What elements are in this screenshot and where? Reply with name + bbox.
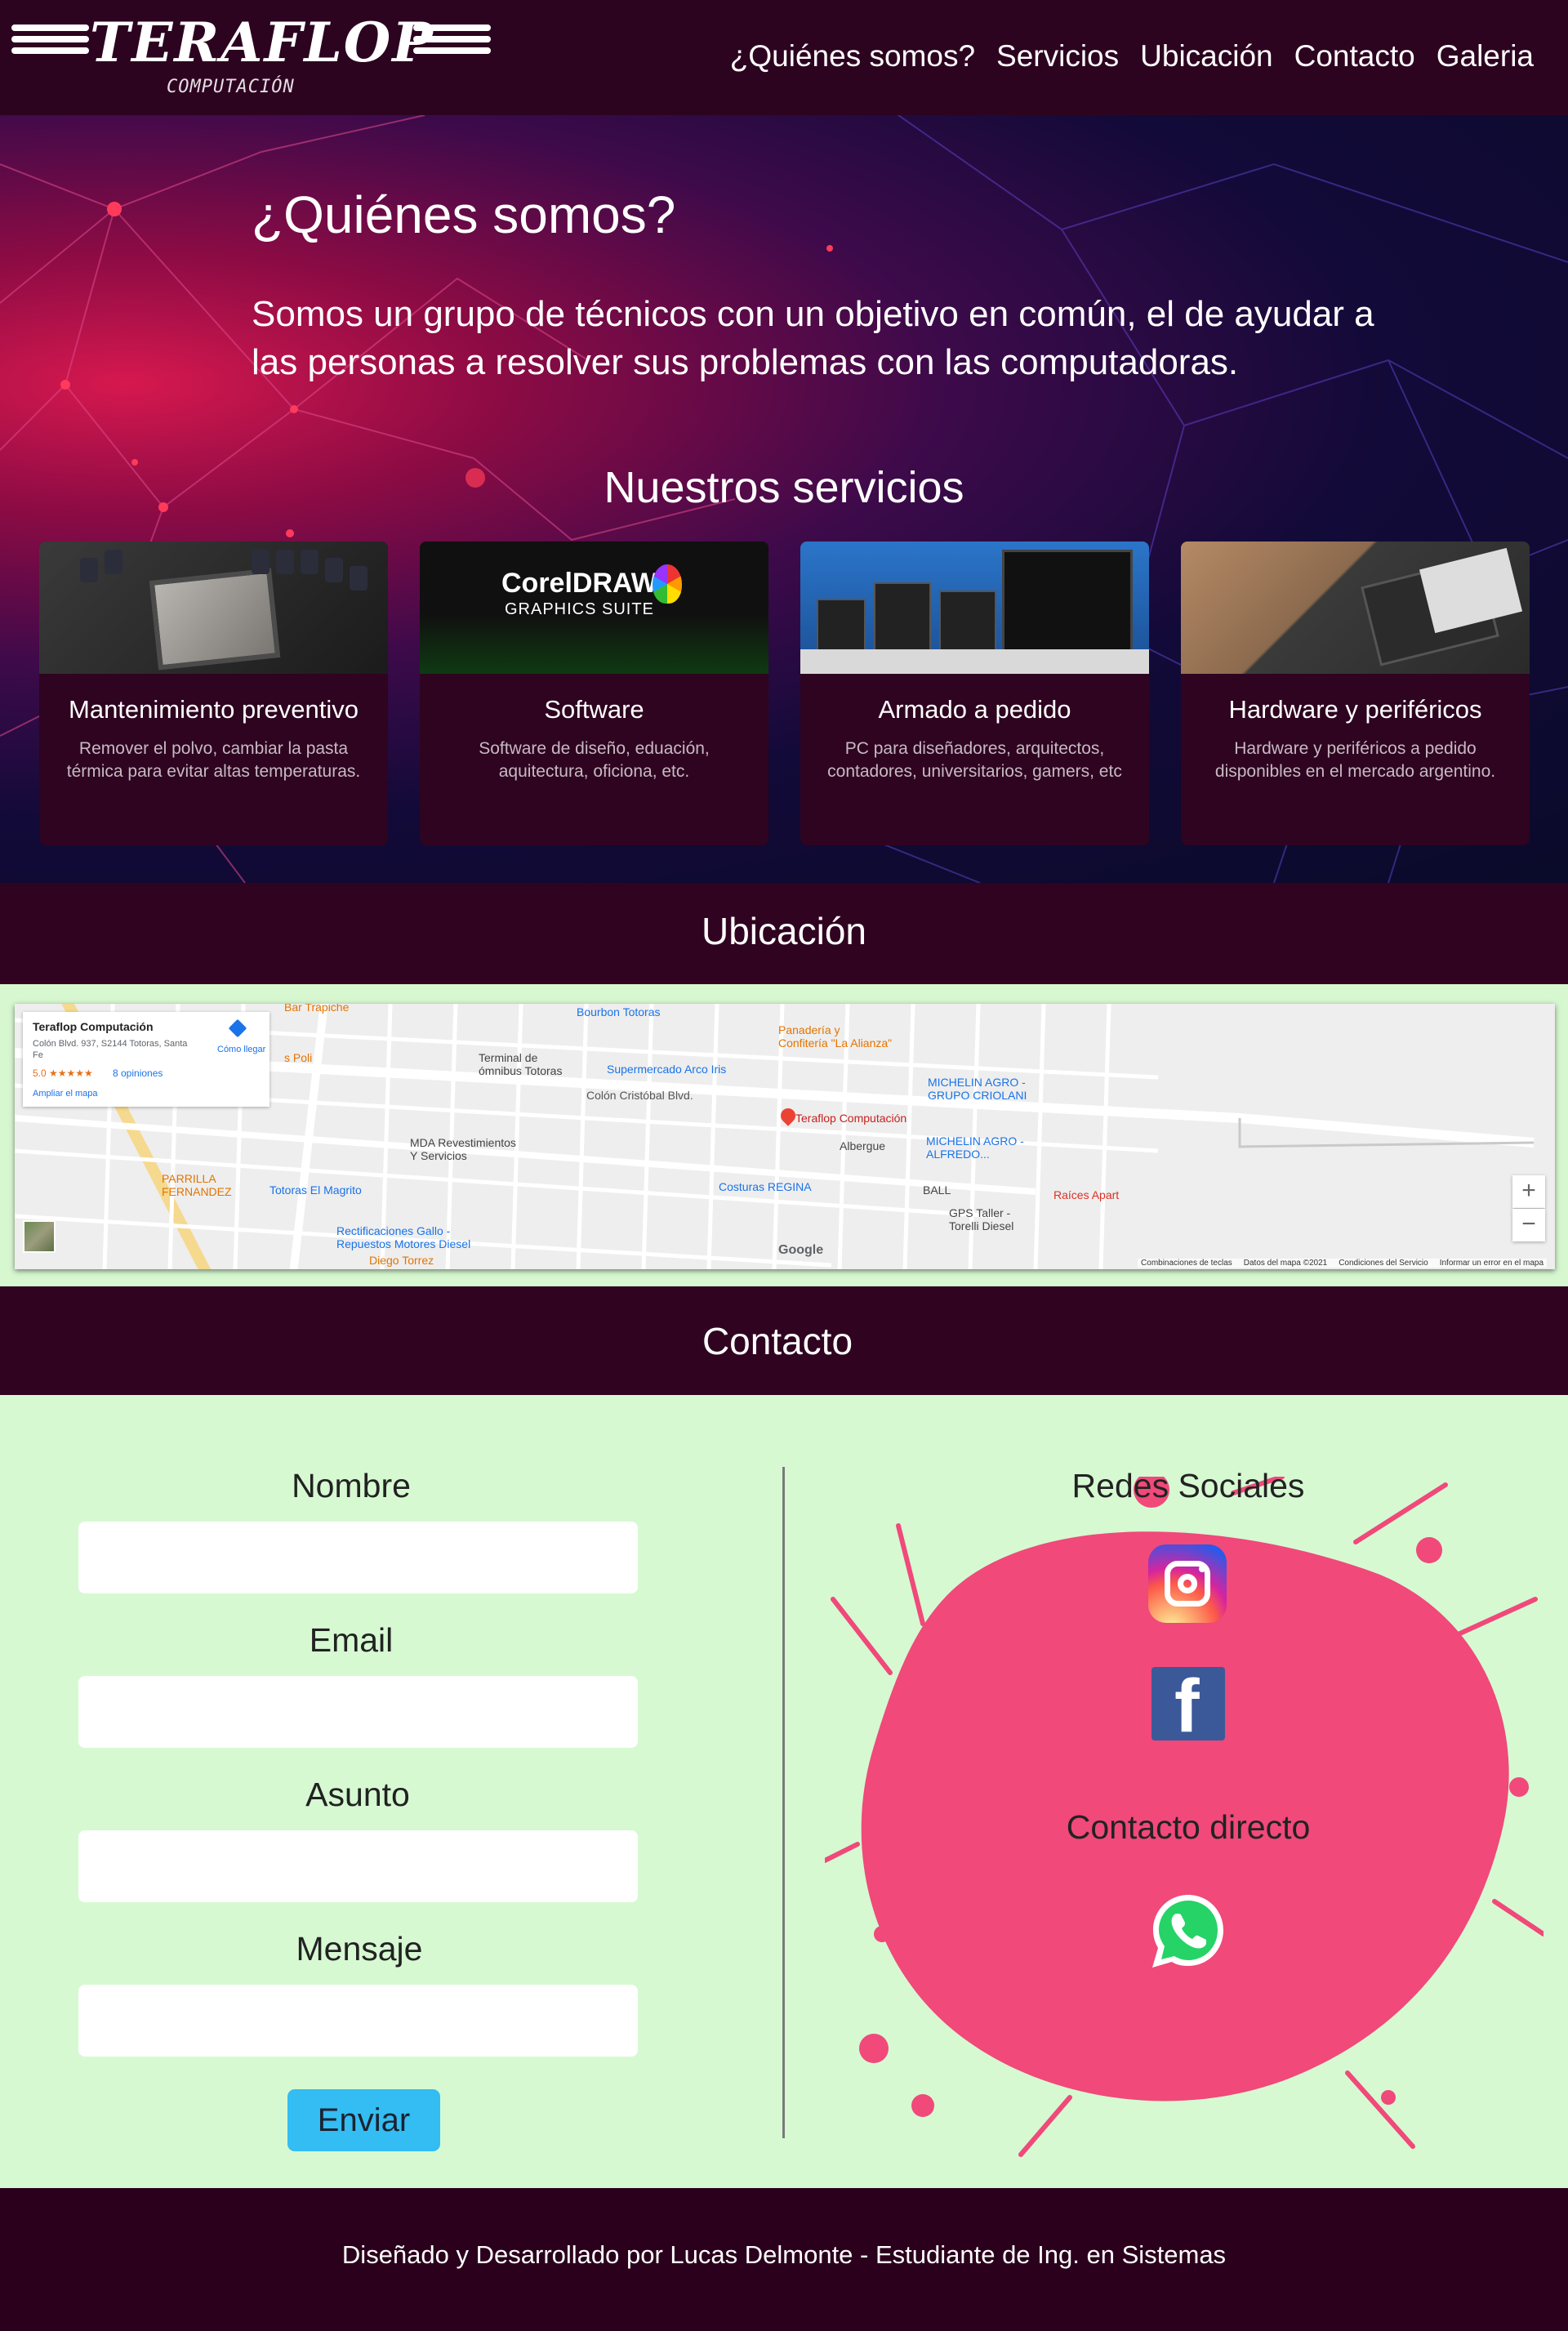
logo-subtitle: COMPUTACIÓN bbox=[167, 77, 295, 97]
map-label-supermercado[interactable]: Supermercado Arco Iris bbox=[607, 1063, 726, 1076]
hero-section: ¿Quiénes somos? Somos un grupo de técnic… bbox=[0, 115, 1568, 883]
email-field[interactable] bbox=[78, 1676, 638, 1748]
coreldraw-wordmark: CorelDRAW bbox=[501, 568, 657, 599]
service-card-armado: Armado a pedido PC para diseñadores, arq… bbox=[800, 542, 1149, 845]
map-label-michelin-alfredo[interactable]: MICHELIN AGRO - ALFREDO... bbox=[926, 1134, 1049, 1161]
service-title: Armado a pedido bbox=[878, 695, 1071, 724]
nav-link-contacto[interactable]: Contacto bbox=[1294, 39, 1415, 74]
mensaje-label: Mensaje bbox=[296, 1930, 423, 1968]
service-title: Software bbox=[544, 695, 644, 724]
map-label-teraflop[interactable]: Teraflop Computación bbox=[795, 1112, 906, 1125]
service-card-mantenimiento: Mantenimiento preventivo Remover el polv… bbox=[39, 542, 388, 845]
site-footer: Diseñado y Desarrollado por Lucas Delmon… bbox=[0, 2188, 1568, 2331]
directions-icon[interactable] bbox=[228, 1018, 247, 1038]
map-label-albergue[interactable]: Albergue bbox=[840, 1139, 885, 1152]
place-rating: 5.0 ★★★★★ bbox=[33, 1067, 93, 1079]
nav-link-quienes-somos[interactable]: ¿Quiénes somos? bbox=[730, 39, 975, 74]
coreldraw-balloon-icon bbox=[653, 564, 682, 604]
service-title: Hardware y periféricos bbox=[1228, 695, 1482, 724]
place-name: Teraflop Computación bbox=[33, 1020, 154, 1033]
reviews-link[interactable]: 8 opiniones bbox=[113, 1067, 163, 1079]
place-info-card: Teraflop Computación Colón Blvd. 937, S2… bbox=[23, 1012, 270, 1107]
service-desc: PC para diseñadores, arquitectos, contad… bbox=[827, 739, 1122, 781]
nav-link-servicios[interactable]: Servicios bbox=[996, 39, 1119, 74]
about-text: Somos un grupo de técnicos con un objeti… bbox=[252, 294, 1374, 382]
service-desc: Software de diseño, eduación, aquitectur… bbox=[479, 739, 710, 781]
contact-section: Nombre Email Asunto Mensaje Enviar Redes… bbox=[0, 1395, 1568, 2188]
instagram-icon[interactable] bbox=[1148, 1544, 1227, 1623]
direct-contact-title: Contacto directo bbox=[1066, 1808, 1311, 1846]
service-card-software: CorelDRAW GRAPHICS SUITE Software Softwa… bbox=[420, 542, 768, 845]
zoom-in-button[interactable]: + bbox=[1512, 1175, 1545, 1208]
map-shortcuts-link[interactable]: Combinaciones de teclas bbox=[1141, 1259, 1232, 1268]
services-title: Nuestros servicios bbox=[604, 463, 964, 512]
logo-stripes-right bbox=[413, 25, 491, 57]
map-label-magrito[interactable]: Totoras El Magrito bbox=[270, 1183, 362, 1197]
location-title: Ubicación bbox=[702, 910, 866, 952]
contact-divider bbox=[782, 1467, 785, 2138]
asunto-label: Asunto bbox=[305, 1776, 410, 1813]
contact-header: Contacto bbox=[0, 1286, 1568, 1395]
map-label-michelin-criolani[interactable]: MICHELIN AGRO - GRUPO CRIOLANI bbox=[928, 1076, 1050, 1102]
whatsapp-icon[interactable] bbox=[1147, 1890, 1229, 1972]
services-cards: Mantenimiento preventivo Remover el polv… bbox=[39, 542, 1530, 845]
map-label-ball[interactable]: BALL bbox=[923, 1183, 951, 1197]
map-label-panaderia[interactable]: Panadería y Confitería "La Alianza" bbox=[778, 1023, 893, 1050]
map-label-parrilla[interactable]: PARRILLA FERNANDEZ bbox=[162, 1172, 235, 1198]
map-terms-link[interactable]: Condiciones del Servicio bbox=[1339, 1259, 1428, 1268]
about-title: ¿Quiénes somos? bbox=[252, 185, 676, 244]
location-header: Ubicación bbox=[0, 883, 1568, 984]
map-label-rectificaciones[interactable]: Rectificaciones Gallo - Repuestos Motore… bbox=[336, 1224, 500, 1250]
logo-text: TERAFLOP bbox=[90, 11, 434, 74]
pc-build-image bbox=[800, 542, 1149, 674]
email-label: Email bbox=[309, 1621, 394, 1659]
coreldraw-image: CorelDRAW GRAPHICS SUITE bbox=[420, 542, 768, 674]
facebook-icon[interactable]: f bbox=[1152, 1667, 1225, 1745]
map-label-bourbon[interactable]: Bourbon Totoras bbox=[577, 1005, 660, 1018]
service-desc: Remover el polvo, cambiar la pasta térmi… bbox=[66, 739, 361, 781]
map-label-raices[interactable]: Raíces Apart bbox=[1054, 1188, 1119, 1201]
satellite-toggle[interactable] bbox=[23, 1220, 56, 1253]
mensaje-field[interactable] bbox=[78, 1985, 638, 2057]
google-map[interactable]: Teraflop Computación Colón Blvd. 937, S2… bbox=[15, 1004, 1555, 1269]
footer-credit: Diseñado y Desarrollado por Lucas Delmon… bbox=[341, 2240, 1227, 2269]
main-nav: ¿Quiénes somos? Servicios Ubicación Cont… bbox=[730, 39, 1534, 74]
map-label-diego-torrez[interactable]: Diego Torrez bbox=[369, 1254, 434, 1267]
map-footer: Combinaciones de teclas Datos del mapa ©… bbox=[1138, 1259, 1547, 1268]
map-data-credit: Datos del mapa ©2021 bbox=[1243, 1259, 1328, 1268]
ssd-hardware-image bbox=[1181, 542, 1530, 674]
asunto-field[interactable] bbox=[78, 1830, 638, 1902]
place-address: Colón Blvd. 937, S2144 Totoras, Santa Fe bbox=[33, 1039, 188, 1060]
send-button[interactable]: Enviar bbox=[287, 2089, 440, 2151]
site-header: TERAFLOP COMPUTACIÓN ¿Quiénes somos? Ser… bbox=[0, 0, 1568, 115]
zoom-out-button[interactable]: − bbox=[1512, 1209, 1545, 1241]
service-card-hardware: Hardware y periféricos Hardware y perifé… bbox=[1181, 542, 1530, 845]
nombre-label: Nombre bbox=[292, 1467, 411, 1504]
social-title: Redes Sociales bbox=[1071, 1467, 1305, 1504]
service-desc: Hardware y periféricos a pedido disponib… bbox=[1214, 739, 1496, 781]
map-label-bar-trapiche[interactable]: Bar Trapiche bbox=[284, 1004, 349, 1014]
map-label-mda[interactable]: MDA Revestimientos Y Servicios bbox=[410, 1136, 524, 1162]
map-label-poli[interactable]: s Poli bbox=[284, 1051, 312, 1064]
map-label-colon-blvd: Colón Cristóbal Blvd. bbox=[586, 1089, 693, 1102]
google-logo: Google bbox=[778, 1243, 824, 1257]
service-title: Mantenimiento preventivo bbox=[69, 695, 359, 724]
nav-link-galeria[interactable]: Galeria bbox=[1437, 39, 1534, 74]
nav-link-ubicacion[interactable]: Ubicación bbox=[1140, 39, 1272, 74]
contact-title: Contacto bbox=[702, 1320, 853, 1362]
enlarge-map-link[interactable]: Ampliar el mapa bbox=[33, 1089, 97, 1099]
map-section: Teraflop Computación Colón Blvd. 937, S2… bbox=[0, 984, 1568, 1286]
map-report-link[interactable]: Informar un error en el mapa bbox=[1440, 1259, 1544, 1268]
teraflop-logo[interactable]: TERAFLOP COMPUTACIÓN bbox=[11, 11, 493, 101]
nombre-field[interactable] bbox=[78, 1522, 638, 1593]
map-label-costuras[interactable]: Costuras REGINA bbox=[719, 1180, 812, 1193]
cpu-socket-image bbox=[39, 542, 388, 674]
logo-stripes-left bbox=[11, 25, 89, 57]
coreldraw-suite-text: GRAPHICS SUITE bbox=[505, 600, 654, 618]
directions-link[interactable]: Cómo llegar bbox=[217, 1045, 265, 1054]
map-label-terminal[interactable]: Terminal de ómnibus Totoras bbox=[479, 1051, 577, 1077]
map-label-gps-taller[interactable]: GPS Taller - Torelli Diesel bbox=[949, 1206, 1039, 1232]
